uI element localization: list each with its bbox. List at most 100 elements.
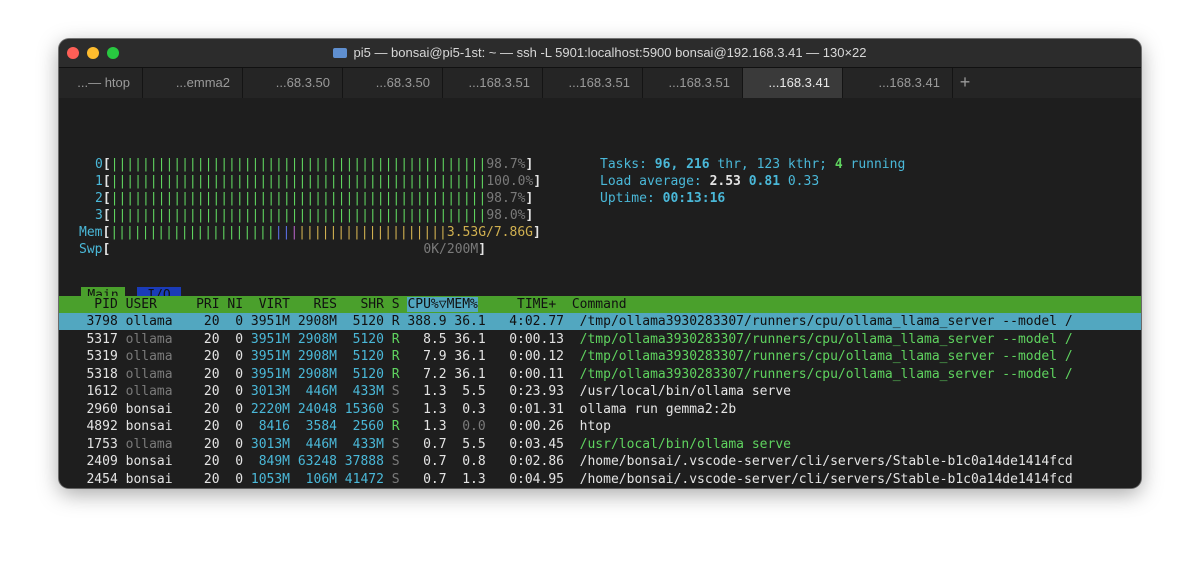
- cell-pid: 5317: [63, 331, 118, 347]
- uptime: Uptime: 00:13:16: [600, 191, 726, 206]
- cell-time: 0:00.26: [485, 419, 564, 434]
- cell-state: R: [383, 419, 400, 434]
- table-row[interactable]: 3798 ollama 20 0 3951M 2908M 5120 R 388.…: [63, 313, 1072, 330]
- cell-command: /home/bonsai/.vscode-server/cli/servers/…: [564, 471, 1073, 487]
- cpu-label: 2: [95, 191, 103, 206]
- cell-shr: 37888: [336, 454, 384, 469]
- cell-user: ollama: [117, 384, 197, 399]
- cell-res: 2908M: [290, 366, 337, 382]
- cell-cpu: 0.7: [399, 436, 447, 452]
- cell-virt: 3951M: [243, 331, 291, 347]
- cell-state: R: [383, 314, 400, 329]
- tab-5[interactable]: ...168.3.51: [443, 68, 543, 98]
- table-row[interactable]: 2454 bonsai 20 0 1053M 106M 41472 S 0.7 …: [63, 471, 1073, 488]
- cell-mem: 0.0: [446, 419, 486, 434]
- cpu-meter-0: 0[||||||||||||||||||||||||||||||||||||||…: [95, 157, 534, 172]
- tab-2[interactable]: ...emma2: [143, 68, 243, 98]
- title-bar[interactable]: pi5 — bonsai@pi5-1st: ~ — ssh -L 5901:lo…: [59, 39, 1141, 67]
- table-row[interactable]: 2960 bonsai 20 0 2220M 24048 15360 S 1.3…: [63, 401, 736, 418]
- tasks-summary: Tasks: 96, 216 thr, 123 kthr; 4 running: [600, 157, 906, 172]
- cell-pid: 1612: [63, 384, 118, 399]
- cell-nice: 0: [219, 384, 244, 399]
- table-row[interactable]: 2409 bonsai 20 0 849M 63248 37888 S 0.7 …: [63, 453, 1072, 470]
- tab-1[interactable]: ...— htop: [59, 68, 143, 98]
- cell-pid: 1753: [63, 436, 118, 452]
- cell-user: ollama: [117, 331, 197, 347]
- table-row[interactable]: 4892 bonsai 20 0 8416 3584 2560 R 1.3 0.…: [63, 418, 611, 435]
- cell-time: 0:23.93: [485, 384, 564, 399]
- terminal-content[interactable]: 0[||||||||||||||||||||||||||||||||||||||…: [59, 98, 1141, 488]
- cell-cpu: 1.3: [399, 384, 447, 399]
- cell-shr: 5120: [336, 314, 384, 329]
- cell-cpu: 7.9: [399, 349, 447, 364]
- mem-meter: Mem[||||||||||||||||||||||||||||||||||||…: [79, 225, 541, 240]
- cell-res: 24048: [290, 401, 337, 417]
- cell-time: 0:00.13: [485, 331, 564, 347]
- cell-shr: 433M: [336, 436, 384, 452]
- cell-cpu: 1.3: [399, 401, 447, 417]
- cell-command: /tmp/ollama3930283307/runners/cpu/ollama…: [564, 331, 1073, 347]
- cell-shr: 433M: [336, 384, 384, 399]
- cell-mem: 36.1: [446, 349, 486, 364]
- cell-nice: 0: [219, 401, 244, 417]
- cell-mem: 5.5: [446, 384, 486, 399]
- cell-shr: 5120: [336, 366, 384, 382]
- tab-9[interactable]: ...168.3.41: [843, 68, 953, 98]
- cell-shr: 5120: [336, 331, 384, 347]
- cpu-bars: ||||||||||||||||||||||||||||||||||||||||…: [110, 208, 487, 223]
- cell-virt: 3951M: [243, 366, 291, 382]
- cell-command: htop: [564, 419, 611, 434]
- cpu-label: 3: [95, 208, 103, 223]
- cell-state: S: [383, 436, 400, 452]
- cell-state: R: [383, 331, 400, 347]
- cpu-label: 1: [95, 174, 103, 189]
- window-title: pi5 — bonsai@pi5-1st: ~ — ssh -L 5901:lo…: [59, 45, 1141, 60]
- cell-command: /tmp/ollama3930283307/runners/cpu/ollama…: [564, 366, 1073, 382]
- table-row[interactable]: 1612 ollama 20 0 3013M 446M 433M S 1.3 5…: [63, 383, 791, 400]
- cell-mem: 1.3: [446, 471, 486, 487]
- tab-6[interactable]: ...168.3.51: [543, 68, 643, 98]
- cpu-value: 98.0%: [486, 208, 526, 223]
- cell-mem: 0.8: [446, 454, 486, 469]
- cell-time: 0:03.45: [485, 436, 564, 452]
- cell-shr: 2560: [336, 419, 384, 434]
- cell-cpu: 7.2: [399, 366, 447, 382]
- cell-priority: 20: [196, 331, 220, 347]
- cell-priority: 20: [196, 349, 220, 364]
- cell-time: 0:04.95: [485, 471, 564, 487]
- terminal-window: pi5 — bonsai@pi5-1st: ~ — ssh -L 5901:lo…: [59, 39, 1141, 488]
- cell-res: 2908M: [290, 314, 337, 329]
- table-row[interactable]: 5317 ollama 20 0 3951M 2908M 5120 R 8.5 …: [63, 331, 1073, 348]
- process-table-header-text: PID USER PRI NI VIRT RES SHR S CPU%▽MEM%…: [63, 297, 627, 312]
- tab-3[interactable]: ...68.3.50: [243, 68, 343, 98]
- cell-time: 0:01.31: [485, 401, 564, 417]
- cell-state: S: [383, 384, 400, 399]
- cell-user: bonsai: [117, 454, 197, 469]
- load-average: Load average: 2.53 0.81 0.33: [600, 174, 820, 189]
- cpu-bars: ||||||||||||||||||||||||||||||||||||||||…: [110, 174, 487, 189]
- cpu-meter-3: 3[||||||||||||||||||||||||||||||||||||||…: [95, 208, 534, 223]
- tab-4[interactable]: ...68.3.50: [343, 68, 443, 98]
- cell-user: bonsai: [117, 401, 197, 417]
- new-tab-button[interactable]: +: [953, 68, 977, 98]
- table-row[interactable]: 5318 ollama 20 0 3951M 2908M 5120 R 7.2 …: [63, 366, 1073, 383]
- cell-mem: 0.3: [446, 401, 486, 417]
- cell-priority: 20: [196, 454, 220, 469]
- tab-7[interactable]: ...168.3.51: [643, 68, 743, 98]
- cell-nice: 0: [219, 436, 244, 452]
- cpu-bars: ||||||||||||||||||||||||||||||||||||||||…: [110, 191, 487, 206]
- cell-res: 106M: [290, 471, 337, 487]
- cell-pid: 2454: [63, 471, 118, 487]
- cell-user: bonsai: [117, 419, 197, 434]
- tab-8-active[interactable]: ...168.3.41: [743, 68, 843, 98]
- cell-virt: 2220M: [243, 401, 291, 417]
- cpu-meter-1: 1[||||||||||||||||||||||||||||||||||||||…: [95, 174, 542, 189]
- cell-cpu: 0.7: [399, 454, 447, 469]
- table-row[interactable]: 1753 ollama 20 0 3013M 446M 433M S 0.7 5…: [63, 436, 791, 453]
- cell-res: 446M: [290, 384, 337, 399]
- swap-meter: Swp[ 0K/200M]: [79, 242, 487, 257]
- cpu-bars: ||||||||||||||||||||||||||||||||||||||||…: [110, 157, 487, 172]
- table-row[interactable]: 5319 ollama 20 0 3951M 2908M 5120 R 7.9 …: [63, 348, 1072, 365]
- cell-priority: 20: [196, 436, 220, 452]
- cell-time: 0:00.12: [485, 349, 564, 364]
